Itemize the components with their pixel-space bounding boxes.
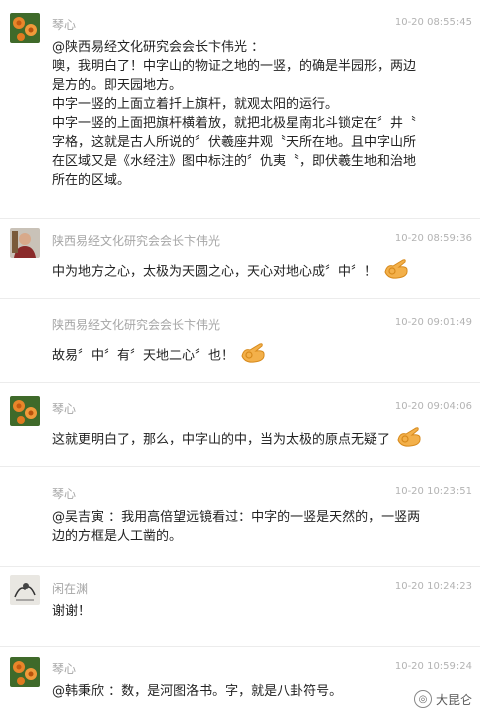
comment-line: 这就更明白了，那么，中字山的中，当为太极的原点无疑了 xyxy=(52,432,391,448)
commenter-name[interactable]: 琴心 xyxy=(52,16,76,33)
comment-time: 10-20 09:04:06 xyxy=(394,401,472,412)
comment-time: 10-20 10:24:23 xyxy=(394,581,472,592)
watermark-text: 大昆仑 xyxy=(435,692,472,707)
commenter-name[interactable]: 琴心 xyxy=(52,400,76,417)
comment-text: 谢谢！ xyxy=(52,602,470,621)
divider xyxy=(0,466,480,467)
commenter-name[interactable]: 琴心 xyxy=(52,485,76,502)
watermark: ◎ 大昆仑 xyxy=(413,690,472,708)
comment-line: @吴吉寅 ：我用高倍望远镜看过：中字的一竖是天然的，一竖两 xyxy=(52,510,421,525)
comment-item: 琴心 10-20 08:55:45 @陕西易经文化研究会会长卞伟光 ： 噢，我明… xyxy=(0,0,480,228)
comment-line: 字格，这就是古人所说的〞伏羲座井观〝天所在地。且中字山所 xyxy=(52,135,417,150)
flower-avatar[interactable] xyxy=(10,13,40,43)
comment-item: 陕西易经文化研究会会长卞伟光 10-20 09:01:49 故易〞中〞有〞天地二… xyxy=(0,300,480,376)
comment-line: 边的方框是人工凿的。 xyxy=(52,529,183,544)
commenter-name[interactable]: 琴心 xyxy=(52,660,76,677)
comment-time: 10-20 08:55:45 xyxy=(394,17,472,28)
comment-line: 所在的区域。 xyxy=(52,173,131,188)
comment-text: @陕西易经文化研究会会长卞伟光 ： 噢，我明白了！中字山的物证之地的一竖，的确是… xyxy=(52,38,470,190)
comment-text: @韩秉欣 ：数，是河图洛书。字，就是八卦符号。 xyxy=(52,682,470,701)
divider xyxy=(0,298,480,299)
wechat-channel-icon: ◎ xyxy=(413,690,432,708)
comment-item: 琴心 10-20 10:23:51 @吴吉寅 ：我用高倍望远镜看过：中字的一竖是… xyxy=(0,468,480,560)
comment-line: 谢谢！ xyxy=(52,604,92,619)
ok-hand-emoji xyxy=(383,258,409,286)
comment-item: 陕西易经文化研究会会长卞伟光 10-20 08:59:36 中为地方之心，太极为… xyxy=(0,222,480,298)
comment-line: 噢，我明白了！中字山的物证之地的一竖，的确是半园形，两边 xyxy=(52,59,417,74)
comment-item: 琴心 10-20 10:59:24 @韩秉欣 ：数，是河图洛书。字，就是八卦符号… xyxy=(0,648,480,714)
comment-item: 琴心 10-20 09:04:06 这就更明白了，那么，中字山的中，当为太极的原… xyxy=(0,384,480,468)
divider xyxy=(0,382,480,383)
comment-line: 中为地方之心，太极为天圆之心，天心对地心成〞中〞！ xyxy=(52,264,378,280)
comment-line: @韩秉欣 ：数，是河图洛书。字，就是八卦符号。 xyxy=(52,684,343,699)
comment-line: 中字一竖的上面把旗杆横着放，就把北极星南北斗锁定在〞井〝 xyxy=(52,116,417,131)
commenter-name[interactable]: 陕西易经文化研究会会长卞伟光 xyxy=(52,316,220,333)
commenter-name[interactable]: 闲在渊 xyxy=(52,580,88,597)
comment-time: 10-20 10:59:24 xyxy=(394,661,472,672)
comment-time: 10-20 09:01:49 xyxy=(394,317,472,328)
comment-line: @陕西易经文化研究会会长卞伟光 ： xyxy=(52,40,265,55)
portrait-avatar[interactable] xyxy=(10,228,40,258)
comment-line: 中字一竖的上面立着扦上旗杆，就观太阳的运行。 xyxy=(52,97,339,112)
comment-text: @吴吉寅 ：我用高倍望远镜看过：中字的一竖是天然的，一竖两 边的方框是人工凿的。 xyxy=(52,508,470,546)
comment-text: 故易〞中〞有〞天地二心〞也！ xyxy=(52,342,470,370)
comment-line: 故易〞中〞有〞天地二心〞也！ xyxy=(52,348,235,364)
comment-line: 在区域又是《水经注》图中标注的〞仇夷〝，即伏羲生地和治地 xyxy=(52,154,417,169)
commenter-name[interactable]: 陕西易经文化研究会会长卞伟光 xyxy=(52,232,220,249)
comment-time: 10-20 08:59:36 xyxy=(394,233,472,244)
divider xyxy=(0,566,480,567)
ok-hand-emoji xyxy=(240,342,266,370)
comment-item: 闲在渊 10-20 10:24:23 谢谢！ xyxy=(0,568,480,644)
comment-text: 这就更明白了，那么，中字山的中，当为太极的原点无疑了 xyxy=(52,426,470,454)
comment-text: 中为地方之心，太极为天圆之心，天心对地心成〞中〞！ xyxy=(52,258,470,286)
ok-hand-emoji xyxy=(396,426,422,454)
comment-line: 是方的。即天园地方。 xyxy=(52,78,183,93)
comment-time: 10-20 10:23:51 xyxy=(394,486,472,497)
comment-feed: 琴心 10-20 08:55:45 @陕西易经文化研究会会长卞伟光 ： 噢，我明… xyxy=(0,0,480,714)
flower-avatar[interactable] xyxy=(10,396,40,426)
divider xyxy=(0,646,480,647)
divider xyxy=(0,218,480,219)
sketch-avatar[interactable] xyxy=(10,575,40,605)
flower-avatar[interactable] xyxy=(10,657,40,687)
